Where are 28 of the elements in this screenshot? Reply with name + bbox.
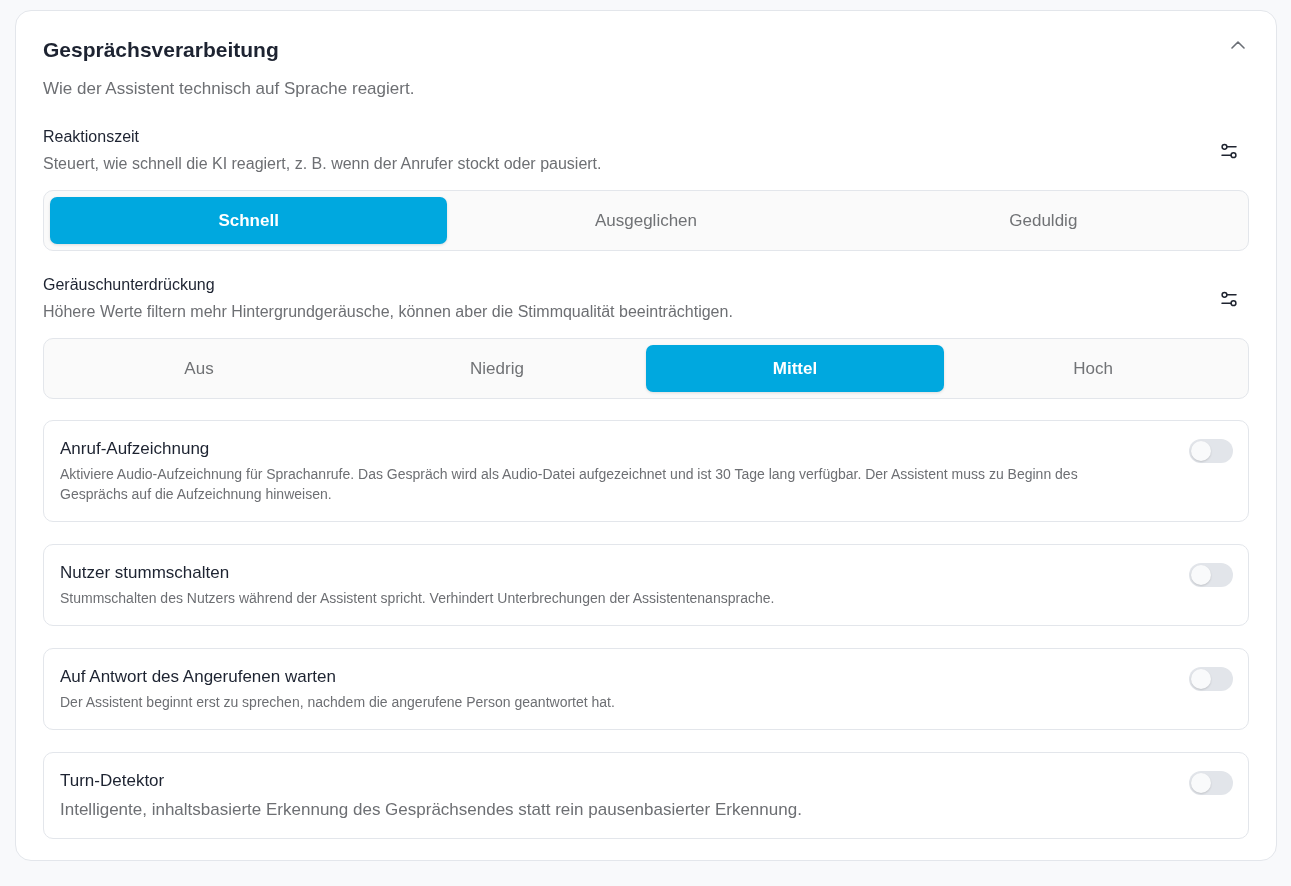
segment-tab[interactable]: Aus <box>50 345 348 392</box>
toggle-switch[interactable] <box>1189 771 1233 795</box>
sliders-icon[interactable] <box>1221 142 1237 159</box>
toggle-title: Nutzer stummschalten <box>60 562 231 584</box>
setting-label: Reaktionszeit <box>43 127 141 147</box>
toggle-title: Anruf-Aufzeichnung <box>60 438 211 460</box>
segment-tab[interactable]: Niedrig <box>348 345 646 392</box>
toggle-description: Der Assistent beginnt erst zu sprechen, nachdem die angerufene Person geantwortet hat. <box>60 693 616 712</box>
section-description: Wie der Assistent technisch auf Sprache reagiert. <box>43 78 416 100</box>
toggle-title: Turn-Detektor <box>60 770 166 792</box>
setting-label: Geräuschunterdrückung <box>43 275 216 295</box>
toggle-description: Aktiviere Audio-Aufzeichnung für Sprachanrufe. Das Gespräch wird als Audio-Datei aufgezeichnet und ist 30 Tage lang verfügbar. Der Assistent muss zu Beginn des Gesprächs auf die Aufzeichnung hinweisen. <box>60 465 1079 504</box>
chevron-up-icon[interactable] <box>1231 41 1245 49</box>
sliders-icon[interactable] <box>1221 290 1237 307</box>
section-title: Gesprächsverarbeitung <box>43 37 279 63</box>
segment-tab[interactable]: Geduldig <box>844 197 1242 244</box>
setting-description: Höhere Werte filtern mehr Hintergrundgeräusche, können aber die Stimmqualität beeinträchtigen. <box>43 302 733 322</box>
segment-tab[interactable]: Hoch <box>944 345 1242 392</box>
toggle-title: Auf Antwort des Angerufenen warten <box>60 666 337 688</box>
toggle-switch[interactable] <box>1189 439 1233 463</box>
toggle-description: Stummschalten des Nutzers während der Assistent spricht. Verhindert Unterbrechungen der Assistentenansprache. <box>60 589 776 608</box>
toggle-switch[interactable] <box>1189 667 1233 691</box>
segment-tab[interactable]: Ausgeglichen <box>447 197 845 244</box>
setting-description: Steuert, wie schnell die KI reagiert, z. B. wenn der Anrufer stockt oder pausiert. <box>43 154 602 174</box>
toggle-description: Intelligente, inhaltsbasierte Erkennung des Gesprächsendes statt rein pausenbasierter Erkennung. <box>60 799 803 821</box>
segment-tab[interactable]: Schnell <box>50 197 448 244</box>
toggle-switch[interactable] <box>1189 563 1233 587</box>
segment-tab[interactable]: Mittel <box>646 345 944 392</box>
